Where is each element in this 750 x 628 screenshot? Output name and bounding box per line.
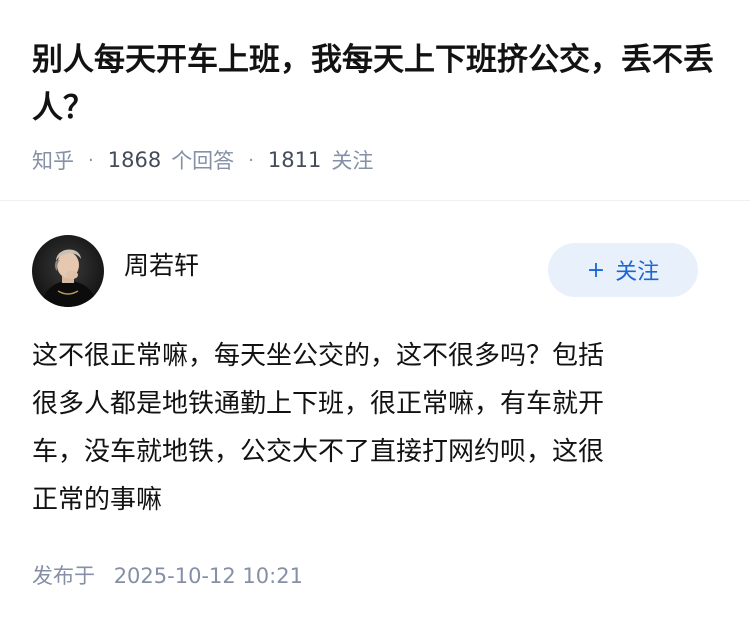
author-avatar[interactable] xyxy=(32,235,104,307)
answer-page: 别人每天开车上班，我每天上下班挤公交，丢不丢人？ 知乎 · 1868 个回答 ·… xyxy=(0,0,750,628)
publish-info: 发布于 2025-10-12 10:21 xyxy=(32,560,303,590)
publish-datetime: 2025-10-12 10:21 xyxy=(113,564,303,588)
section-divider xyxy=(0,200,750,201)
follower-count: 1811 xyxy=(267,148,322,172)
meta-separator: · xyxy=(248,149,254,171)
avatar-image xyxy=(32,235,104,307)
answer-line: 车，没车就地铁，公交大不了直接打网约呗，这很 xyxy=(32,437,605,467)
answer-content[interactable]: 这不很正常嘛，每天坐公交的，这不很多吗？包括 很多人都是地铁通勤上下班，很正常嘛… xyxy=(32,332,722,524)
answer-line: 这不很正常嘛，每天坐公交的，这不很多吗？包括 xyxy=(32,341,605,371)
follow-button-label: 关注 xyxy=(615,260,660,285)
answer-count-label: 个回答 xyxy=(171,149,235,173)
meta-separator: · xyxy=(88,149,94,171)
author-name[interactable]: 周若轩 xyxy=(124,248,199,284)
question-meta: 知乎 · 1868 个回答 · 1811 关注 xyxy=(32,142,373,178)
follower-count-label: 关注 xyxy=(331,149,374,173)
answer-count: 1868 xyxy=(107,148,162,172)
follow-button[interactable]: + 关注 xyxy=(548,243,698,297)
answer-line: 很多人都是地铁通勤上下班，很正常嘛，有车就开 xyxy=(32,389,605,419)
plus-icon: + xyxy=(586,257,606,283)
question-title[interactable]: 别人每天开车上班，我每天上下班挤公交，丢不丢人？ xyxy=(32,36,722,132)
publish-label: 发布于 xyxy=(32,564,95,588)
answer-line: 正常的事嘛 xyxy=(32,485,163,515)
source-label[interactable]: 知乎 xyxy=(32,145,74,175)
